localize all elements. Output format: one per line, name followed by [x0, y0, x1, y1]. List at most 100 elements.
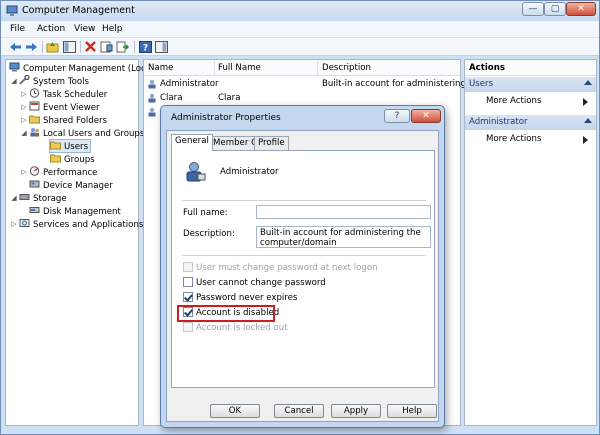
tree-item-performance[interactable]: Performance [29, 166, 97, 178]
dialog-close-button[interactable]: ✕ [411, 109, 441, 123]
full-name-label: Full name: [183, 208, 228, 218]
checkbox-box[interactable] [183, 262, 193, 272]
expand-arrow-icon[interactable]: ▷ [20, 166, 28, 178]
show-hide-tree-icon[interactable] [63, 41, 76, 53]
column-header-description[interactable]: Description [322, 63, 371, 73]
back-icon[interactable] [9, 41, 22, 53]
tree-item-label: Shared Folders [43, 116, 108, 126]
tree-item-computer-management[interactable]: Computer Management (Local [9, 62, 153, 74]
actions-pane: Actions Users More Actions Administrator… [464, 59, 597, 426]
svg-text:?: ? [143, 44, 148, 54]
collapse-arrow-icon[interactable] [584, 118, 592, 123]
tree-item-label: Groups [64, 155, 95, 165]
properties-icon[interactable] [100, 41, 113, 53]
menu-view[interactable]: View [74, 24, 95, 34]
collapse-arrow-icon[interactable]: ◢ [10, 192, 18, 204]
table-row[interactable]: Administrator Built-in account for admin… [144, 78, 474, 91]
computer-management-icon [9, 62, 20, 72]
expand-arrow-icon[interactable]: ▷ [20, 101, 28, 113]
menu-action[interactable]: Action [37, 24, 65, 34]
tab-profile[interactable]: Profile [254, 136, 289, 150]
apply-button[interactable]: Apply [331, 404, 381, 418]
dialog-help-button[interactable]: ? [384, 109, 410, 123]
cancel-button[interactable]: Cancel [274, 404, 324, 418]
collapse-arrow-icon[interactable]: ◢ [10, 75, 18, 87]
account-name: Administrator [220, 167, 279, 177]
action-group-administrator[interactable]: Administrator [465, 115, 596, 130]
checkbox-box[interactable] [183, 322, 193, 332]
export-icon[interactable] [116, 41, 129, 53]
services-icon [19, 219, 30, 227]
checkbox-cannot-change-password[interactable]: User cannot change password [183, 277, 326, 289]
checkbox-box[interactable] [183, 277, 193, 287]
tab-general[interactable]: General [171, 134, 213, 151]
checkbox-label: User cannot change password [196, 278, 326, 288]
action-item-label: More Actions [486, 96, 542, 106]
expand-arrow-icon[interactable]: ▷ [10, 218, 18, 230]
tools-icon [19, 75, 30, 85]
clock-icon [29, 88, 40, 98]
maximize-button[interactable]: ▢ [544, 2, 566, 16]
console-tree: Computer Management (Local ◢ System Tool… [5, 59, 153, 426]
checkbox-account-locked-out[interactable]: Account is locked out [183, 322, 288, 334]
expand-arrow-icon[interactable]: ▷ [20, 114, 28, 126]
checkbox-box[interactable] [183, 292, 193, 302]
collapse-arrow-icon[interactable] [584, 80, 592, 85]
tree-item-event-viewer[interactable]: Event Viewer [29, 101, 100, 113]
window-title: Computer Management [22, 5, 135, 16]
ok-button[interactable]: OK [210, 404, 260, 418]
tree-item-label: System Tools [33, 77, 89, 87]
checkbox-password-never-expires[interactable]: Password never expires [183, 292, 297, 304]
column-separator[interactable] [317, 60, 318, 76]
collapse-arrow-icon[interactable]: ◢ [20, 127, 28, 139]
tree-item-users[interactable]: Users [48, 139, 92, 153]
close-button[interactable]: ✕ [566, 2, 596, 16]
full-name-input[interactable] [256, 205, 431, 219]
tree-item-label: Computer Management (Local [23, 64, 154, 74]
tree-item-local-users-and-groups[interactable]: Local Users and Groups [29, 127, 144, 139]
performance-icon [29, 166, 40, 176]
delete-icon[interactable] [84, 41, 97, 53]
toolbar-separator [80, 41, 81, 53]
help-button[interactable]: Help [387, 404, 437, 418]
table-row[interactable]: Clara Clara [144, 92, 460, 105]
tree-item-services-and-applications[interactable]: Services and Applications [19, 218, 143, 230]
action-more-actions-users[interactable]: More Actions [465, 95, 596, 108]
administrator-properties-dialog: Administrator Properties ? ✕ General Mem… [160, 105, 445, 428]
tree-item-task-scheduler[interactable]: Task Scheduler [29, 88, 107, 100]
help-icon[interactable]: ? [139, 41, 152, 53]
computer-management-icon [6, 5, 18, 16]
title-bar[interactable]: Computer Management — ▢ ✕ [1, 1, 599, 21]
action-group-users[interactable]: Users [465, 77, 596, 92]
users-group-icon [30, 128, 39, 137]
device-manager-icon [29, 180, 40, 188]
tree-item-disk-management[interactable]: Disk Management [29, 205, 121, 217]
tree-item-shared-folders[interactable]: Shared Folders [29, 114, 107, 126]
tree-item-device-manager[interactable]: Device Manager [29, 179, 113, 191]
menu-file[interactable]: File [10, 24, 25, 34]
column-separator[interactable] [214, 60, 215, 76]
tree-item-system-tools[interactable]: System Tools [19, 75, 89, 87]
description-input[interactable]: Built-in account for administering the c… [256, 226, 431, 248]
checkbox-label: Password never expires [196, 293, 298, 303]
divider [182, 200, 426, 201]
user-icon [148, 79, 156, 89]
dialog-title: Administrator Properties [171, 113, 281, 123]
tree-item-label: Disk Management [43, 207, 121, 217]
tree-item-groups[interactable]: Groups [50, 153, 95, 165]
column-header-full-name[interactable]: Full Name [218, 63, 261, 73]
tree-item-storage[interactable]: Storage [19, 192, 67, 204]
row-name: Administrator [160, 79, 219, 89]
up-icon[interactable] [46, 41, 59, 53]
expand-arrow-icon[interactable]: ▷ [20, 88, 28, 100]
actions-title: Actions [465, 60, 596, 76]
checkbox-label: User must change password at next logon [196, 263, 378, 273]
menu-help[interactable]: Help [102, 24, 123, 34]
column-header-name[interactable]: Name [148, 63, 173, 73]
checkbox-must-change-password[interactable]: User must change password at next logon [183, 262, 378, 274]
tree-item-label: Task Scheduler [43, 90, 108, 100]
forward-icon[interactable] [25, 41, 38, 53]
action-more-actions-administrator[interactable]: More Actions [465, 133, 596, 146]
minimize-button[interactable]: — [522, 2, 544, 16]
show-hide-action-pane-icon[interactable] [155, 41, 168, 53]
